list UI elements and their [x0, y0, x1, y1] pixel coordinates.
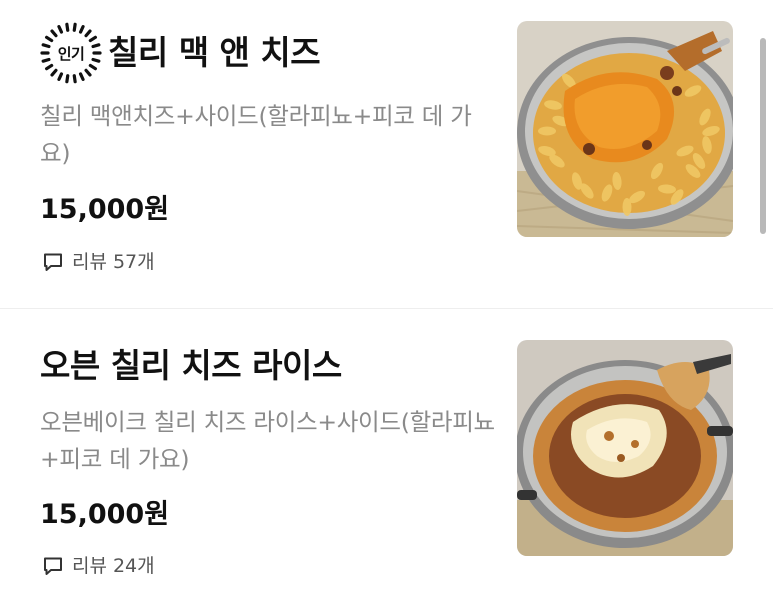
- review-label: 리뷰: [72, 555, 107, 577]
- menu-item-oven-chili-cheese-rice[interactable]: 오븐 칠리 치즈 라이스 오븐베이크 칠리 치즈 라이스+사이드(할라피뇨+피코…: [0, 309, 773, 602]
- popular-badge: 인기: [40, 22, 102, 84]
- chili-mac-and-cheese-photo[interactable]: [517, 21, 733, 237]
- item-description: 칠리 맥앤치즈+사이드(할라피뇨+피코 데 가요): [40, 102, 472, 167]
- item-title: 칠리 맥 앤 치즈: [108, 33, 321, 72]
- item-title: 오븐 칠리 치즈 라이스: [40, 346, 342, 385]
- item-title-row: 오븐 칠리 치즈 라이스: [40, 344, 342, 388]
- scrollbar[interactable]: [760, 38, 766, 234]
- item-price: 15,000원: [40, 499, 170, 530]
- item-title-row: 인기 칠리 맥 앤 치즈: [40, 22, 321, 84]
- review-count: 57개: [112, 251, 155, 273]
- review-summary[interactable]: 리뷰 24개: [42, 553, 155, 579]
- review-summary[interactable]: 리뷰 57개: [42, 249, 155, 275]
- menu-item-chili-mac-and-cheese[interactable]: 인기 칠리 맥 앤 치즈 칠리 맥앤치즈+사이드(할라피뇨+피코 데 가요) 1…: [0, 0, 773, 308]
- item-description: 오븐베이크 칠리 치즈 라이스+사이드(할라피뇨+피코 데 가요): [40, 408, 495, 473]
- review-label: 리뷰: [72, 251, 107, 273]
- speech-bubble-icon: [44, 557, 62, 575]
- popular-badge-label: 인기: [57, 44, 85, 63]
- item-price: 15,000원: [40, 194, 170, 225]
- oven-chili-cheese-rice-photo[interactable]: [517, 340, 733, 556]
- review-count: 24개: [112, 555, 155, 577]
- speech-bubble-icon: [44, 253, 62, 271]
